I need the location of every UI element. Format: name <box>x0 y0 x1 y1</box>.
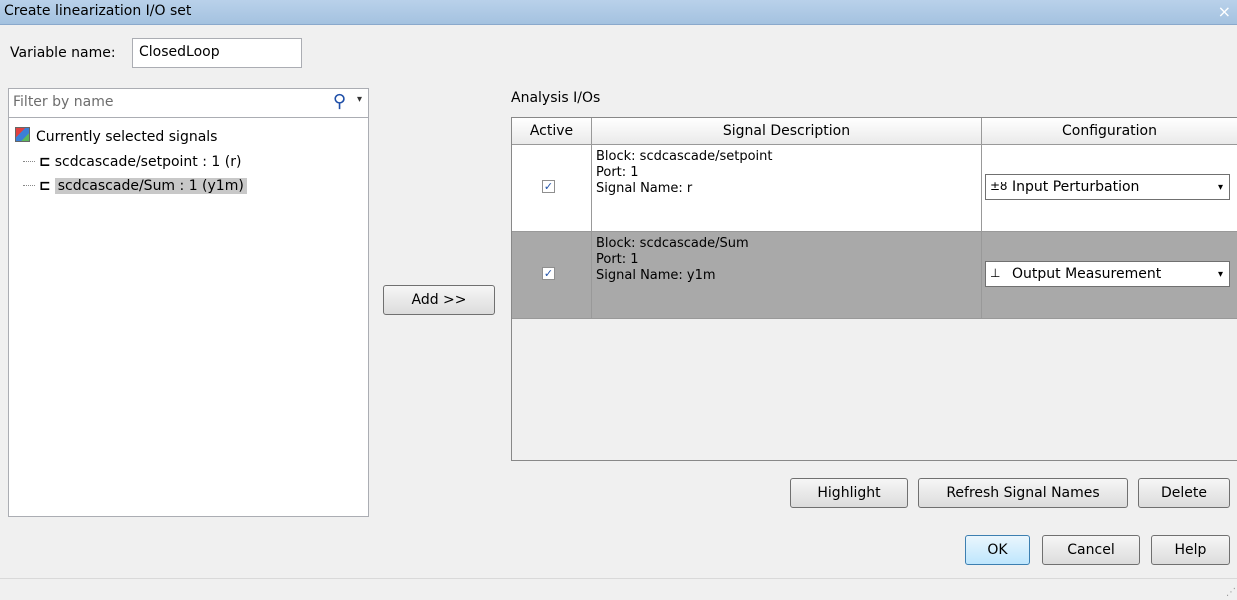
add-button[interactable]: Add >> <box>383 285 495 315</box>
tree-item-setpoint[interactable]: ⊏ scdcascade/setpoint : 1 (r) <box>23 154 241 170</box>
resize-grip-icon[interactable]: ⋰ <box>1226 587 1236 598</box>
tree-item-label: scdcascade/Sum : 1 (y1m) <box>54 178 247 194</box>
help-button[interactable]: Help <box>1151 535 1230 565</box>
column-header-description[interactable]: Signal Description <box>592 118 982 145</box>
delete-button[interactable]: Delete <box>1138 478 1230 508</box>
close-icon[interactable]: × <box>1218 2 1231 21</box>
tree-item-label: scdcascade/setpoint : 1 (r) <box>54 154 242 170</box>
active-checkbox[interactable]: ✓ <box>542 180 555 193</box>
input-perturbation-icon: ±ȣ <box>990 179 1008 193</box>
signal-description: Block: scdcascade/Sum Port: 1 Signal Nam… <box>596 236 749 283</box>
column-header-active[interactable]: Active <box>512 118 592 145</box>
title-bar: Create linearization I/O set × <box>0 0 1237 25</box>
analysis-ios-table: Active Signal Description Configuration … <box>511 117 1237 461</box>
table-row[interactable]: ✓ Block: scdcascade/Sum Port: 1 Signal N… <box>512 232 1237 319</box>
analysis-ios-title: Analysis I/Os <box>511 90 601 106</box>
status-separator <box>0 578 1237 579</box>
model-icon <box>15 127 30 142</box>
output-measurement-icon: ⊥ <box>990 266 1001 280</box>
chevron-down-icon[interactable]: ▾ <box>1218 269 1223 280</box>
chevron-down-icon[interactable]: ▾ <box>1218 182 1223 193</box>
filter-placeholder: Filter by name <box>13 94 114 110</box>
refresh-signal-names-button[interactable]: Refresh Signal Names <box>918 478 1128 508</box>
configuration-select[interactable]: ⊥ Output Measurement ▾ <box>985 261 1230 287</box>
cancel-button[interactable]: Cancel <box>1042 535 1140 565</box>
signal-description: Block: scdcascade/setpoint Port: 1 Signa… <box>596 149 773 196</box>
search-icon[interactable]: ⚲ <box>333 91 346 112</box>
configuration-value: Output Measurement <box>1012 266 1162 282</box>
signal-icon: ⊏ <box>39 154 51 170</box>
configuration-value: Input Perturbation <box>1012 179 1140 195</box>
ok-button[interactable]: OK <box>965 535 1030 565</box>
variable-name-input[interactable]: ClosedLoop <box>132 38 302 68</box>
configuration-select[interactable]: ±ȣ Input Perturbation ▾ <box>985 174 1230 200</box>
tree-root[interactable]: Currently selected signals <box>15 127 217 145</box>
tree-root-label: Currently selected signals <box>36 129 218 145</box>
active-checkbox[interactable]: ✓ <box>542 267 555 280</box>
filter-input[interactable]: Filter by name ⚲ ▾ <box>8 88 369 118</box>
variable-name-label: Variable name: <box>10 45 116 61</box>
signal-tree[interactable]: Currently selected signals ⊏ scdcascade/s… <box>8 117 369 517</box>
column-header-configuration[interactable]: Configuration <box>982 118 1237 145</box>
window-title: Create linearization I/O set <box>4 3 192 19</box>
signal-icon: ⊏ <box>39 178 51 194</box>
table-row[interactable]: ✓ Block: scdcascade/setpoint Port: 1 Sig… <box>512 145 1237 232</box>
chevron-down-icon[interactable]: ▾ <box>357 94 362 105</box>
highlight-button[interactable]: Highlight <box>790 478 908 508</box>
tree-item-sum[interactable]: ⊏ scdcascade/Sum : 1 (y1m) <box>23 178 247 194</box>
